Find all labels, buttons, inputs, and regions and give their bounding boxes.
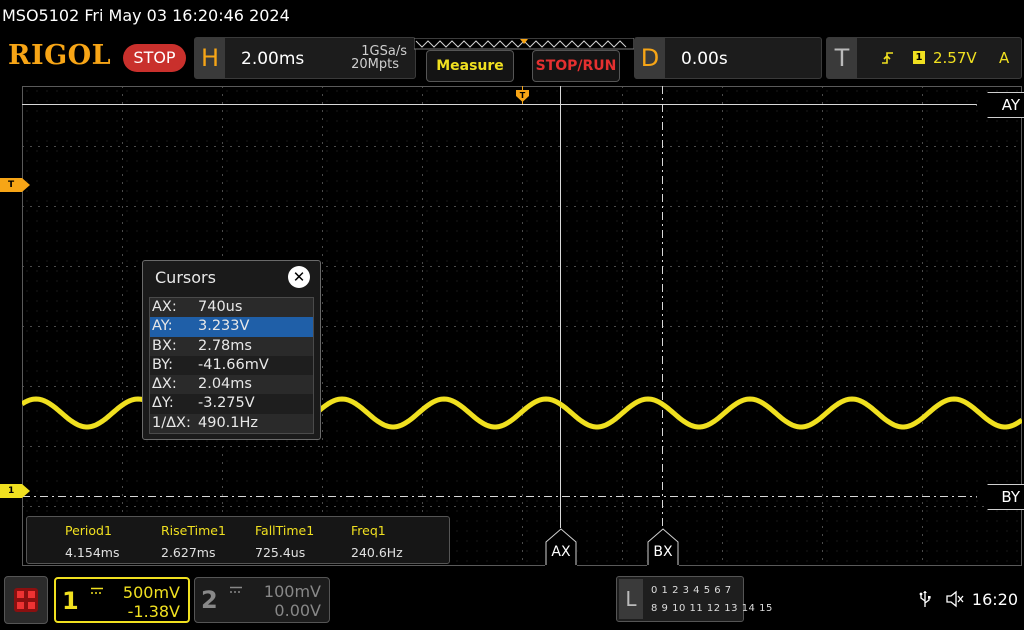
readout-value: -41.66mV — [198, 356, 269, 373]
readout-key: AX: — [152, 299, 177, 315]
readout-key: AY: — [152, 318, 173, 335]
measurement-value: 4.154ms — [65, 545, 120, 560]
measurement-frequency[interactable]: Freq1 240.6Hz — [351, 523, 403, 560]
menu-grid-icon — [14, 588, 38, 612]
readout-key: ΔY: — [152, 395, 174, 412]
logic-analyzer-box[interactable]: L 0 1 2 3 4 5 6 7 8 9 10 11 12 13 14 15 — [616, 576, 772, 622]
rising-edge-icon — [882, 52, 893, 64]
readout-key: ΔX: — [152, 376, 177, 393]
readout-value: 490.1Hz — [198, 414, 259, 431]
readout-key: 1/ΔX: — [152, 414, 191, 431]
measurement-fall-time[interactable]: FallTime1 725.4us — [255, 523, 314, 560]
measure-button[interactable]: Measure — [426, 50, 514, 82]
trigger-panel[interactable]: T 1 2.57V A — [826, 37, 1022, 79]
channel1-offset: -1.38V — [127, 602, 180, 621]
readout-row-ay[interactable]: AY: 3.233V — [150, 317, 313, 337]
measurement-value: 240.6Hz — [351, 545, 403, 560]
channel2-box[interactable]: 2 100mV 0.00V — [194, 577, 330, 623]
trigger-mode: A — [999, 49, 1010, 67]
speaker-muted-icon[interactable] — [945, 590, 965, 608]
readout-value: 3.233V — [198, 318, 250, 335]
measurement-bar[interactable]: Period1 4.154ms RiseTime1 2.627ms FallTi… — [26, 516, 450, 564]
run-state-badge[interactable]: STOP — [123, 44, 186, 72]
readout-value: -3.275V — [198, 395, 255, 412]
delay-letter: D — [635, 38, 665, 78]
channel2-scale: 100mV — [263, 582, 321, 601]
readout-row-ax[interactable]: AX: 740us — [150, 298, 313, 318]
memory-depth: 20Mpts — [351, 57, 399, 72]
readout-value: 2.04ms — [198, 376, 252, 393]
measurement-name: Freq1 — [351, 523, 386, 538]
measurement-value: 2.627ms — [161, 545, 216, 560]
channel1-box[interactable]: 1 500mV -1.38V — [54, 577, 190, 623]
svg-text:T: T — [520, 91, 526, 100]
cursors-dialog[interactable]: Cursors ✕ AX: 740us AY: 3.233V BX: 2.78ms B… — [142, 260, 321, 440]
channel1-ground-marker[interactable]: 1 — [0, 484, 30, 498]
channel2-offset: 0.00V — [274, 601, 321, 620]
rigol-logo: RIGOL — [8, 40, 112, 71]
dc-coupling-icon — [91, 587, 103, 594]
waveform-overview — [414, 38, 634, 50]
dc-coupling-icon — [230, 586, 242, 593]
readout-row-inverse-delta-x[interactable]: 1/ΔX: 490.1Hz — [150, 413, 313, 434]
trigger-letter: T — [827, 38, 857, 78]
delay-panel[interactable]: D 0.00s — [634, 37, 822, 79]
clock-time: 16:20 — [971, 590, 1018, 609]
measurement-period[interactable]: Period1 4.154ms — [65, 523, 119, 560]
cursor-readout-table: AX: 740us AY: 3.233V BX: 2.78ms BY: -41.66mV… — [149, 297, 314, 435]
stop-run-button[interactable]: STOP/RUN — [532, 50, 620, 82]
logic-bits-row1: 0 1 2 3 4 5 6 7 — [651, 585, 732, 596]
readout-row-delta-y[interactable]: ΔY: -3.275V — [150, 394, 313, 414]
main-menu-button[interactable] — [4, 576, 48, 624]
readout-row-bx[interactable]: BX: 2.78ms — [150, 336, 313, 356]
channel1-scale: 500mV — [122, 583, 180, 602]
measurement-name: Period1 — [65, 523, 112, 538]
logic-bits-row2: 8 9 10 11 12 13 14 15 — [651, 603, 773, 614]
trigger-source-badge: 1 — [913, 51, 925, 64]
readout-key: BY: — [152, 356, 173, 373]
cursors-dialog-title: Cursors — [155, 268, 216, 287]
system-tray: 16:20 — [918, 590, 1018, 609]
readout-value: 2.78ms — [198, 337, 252, 354]
horizontal-panel[interactable]: H 2.00ms 1GSa/s 20Mpts — [194, 37, 416, 79]
readout-key: BX: — [152, 337, 177, 354]
readout-row-delta-x[interactable]: ΔX: 2.04ms — [150, 375, 313, 395]
channel1-number: 1 — [62, 587, 79, 615]
cursor-ax-tag[interactable]: AX — [545, 528, 577, 566]
timebase-value: 2.00ms — [241, 49, 305, 69]
cursor-bx-label: BX — [653, 544, 673, 560]
readout-value: 740us — [198, 299, 243, 315]
logic-analyzer-letter: L — [619, 579, 643, 619]
cursor-ax-label: AX — [551, 544, 571, 560]
measurement-name: RiseTime1 — [161, 523, 226, 538]
status-line: MSO5102 Fri May 03 16:20:46 2024 — [2, 6, 290, 25]
trigger-level: 2.57V — [933, 49, 977, 67]
delay-value: 0.00s — [681, 49, 728, 69]
measurement-rise-time[interactable]: RiseTime1 2.627ms — [161, 523, 226, 560]
cursor-bx-tag[interactable]: BX — [647, 528, 679, 566]
horizontal-letter: H — [195, 38, 225, 78]
trigger-level-marker[interactable]: T — [0, 178, 30, 192]
close-icon[interactable]: ✕ — [288, 266, 310, 288]
measurement-value: 725.4us — [255, 545, 306, 560]
readout-row-by[interactable]: BY: -41.66mV — [150, 355, 313, 376]
usb-icon[interactable] — [918, 590, 932, 608]
measurement-name: FallTime1 — [255, 523, 315, 538]
channel2-number: 2 — [201, 586, 218, 614]
